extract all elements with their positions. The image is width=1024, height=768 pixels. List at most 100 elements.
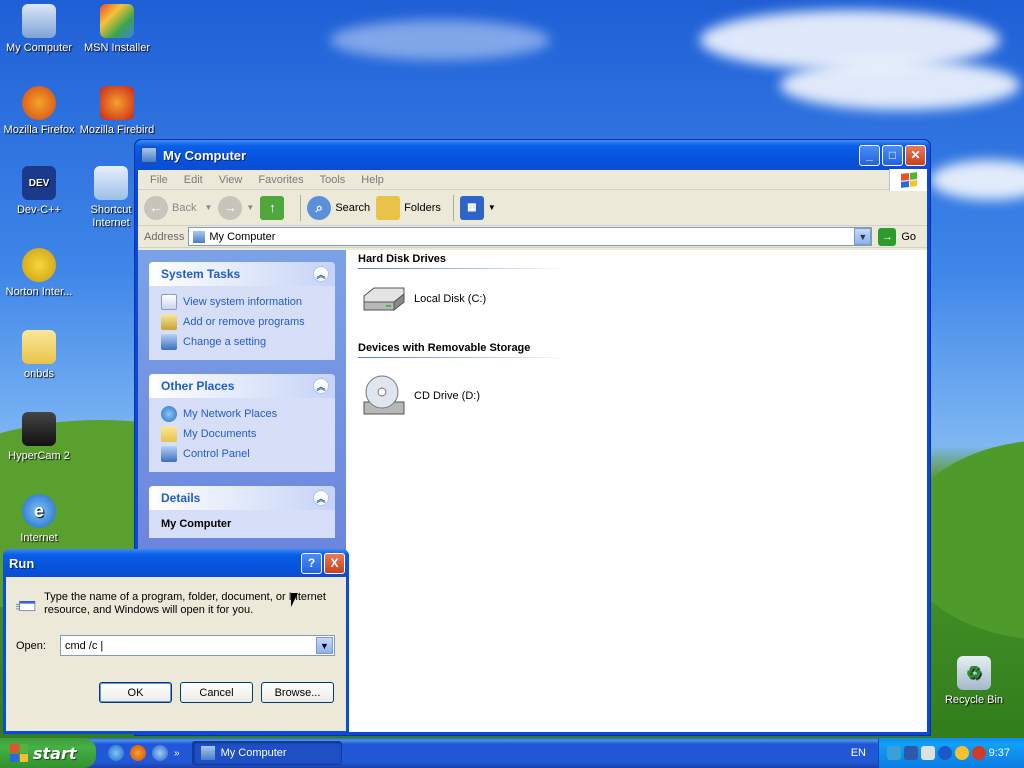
link-control-panel[interactable]: Control Panel <box>161 444 323 464</box>
open-input-value: cmd /c | <box>64 639 104 652</box>
maximize-button[interactable]: □ <box>882 144 903 166</box>
collapse-chevron-icon[interactable]: ︽ <box>313 266 329 282</box>
desktop-icon-hypercam[interactable]: HyperCam 2 <box>0 412 78 463</box>
firefox-icon[interactable] <box>130 745 146 761</box>
other-places-panel: Other Places ︽ My Network Places My Docu… <box>149 374 335 472</box>
desktop-icon-label: Norton Inter... <box>5 286 73 298</box>
ok-button[interactable]: OK <box>99 682 172 703</box>
desktop-icon-my-computer[interactable]: My Computer <box>0 4 78 55</box>
windows-flag-icon <box>10 744 28 762</box>
tray-info-icon[interactable] <box>937 746 952 760</box>
panel-title: Other Places <box>161 379 235 393</box>
quick-launch-more-icon[interactable]: » <box>174 748 180 759</box>
taskbar-button-my-computer[interactable]: My Computer <box>191 741 342 765</box>
menu-favorites[interactable]: Favorites <box>250 174 311 186</box>
desktop-icon-firebird[interactable]: Mozilla Firebird <box>78 86 156 137</box>
views-dropdown-icon: ▼ <box>487 203 496 212</box>
window-title: My Computer <box>163 147 247 163</box>
link-label: My Network Places <box>183 408 278 420</box>
link-label: Control Panel <box>183 448 250 460</box>
control-panel-icon <box>161 446 177 462</box>
devcpp-icon: DEV <box>22 166 56 200</box>
desktop-icon-msn-installer[interactable]: MSN Installer <box>78 4 156 55</box>
my-computer-icon <box>200 746 215 760</box>
collapse-chevron-icon[interactable]: ︽ <box>313 378 329 394</box>
desktop-icon-devcpp[interactable]: DEV Dev-C++ <box>0 166 78 217</box>
cd-drive-icon <box>363 375 405 415</box>
system-tray: 9:37 <box>878 738 1024 768</box>
internet-explorer-icon[interactable] <box>108 745 124 761</box>
go-button[interactable]: → Go <box>878 227 917 246</box>
address-field[interactable]: My Computer ▼ <box>188 227 873 246</box>
desktop-icon-firefox[interactable]: Mozilla Firefox <box>0 86 78 137</box>
folder-icon <box>22 330 56 364</box>
up-button[interactable]: ↑ <box>260 195 288 220</box>
tray-security-icon[interactable] <box>971 746 986 760</box>
details-panel: Details ︽ My Computer <box>149 486 335 538</box>
desktop-icon-label: Mozilla Firefox <box>3 124 75 136</box>
tray-network-icon[interactable] <box>887 746 901 760</box>
open-dropdown-button[interactable]: ▼ <box>315 637 333 654</box>
drive-local-disk-c[interactable]: Local Disk (C:) <box>358 269 915 329</box>
cancel-button[interactable]: Cancel <box>180 682 253 703</box>
folders-label: Folders <box>404 201 441 214</box>
system-tasks-header[interactable]: System Tasks ︽ <box>149 262 335 286</box>
back-dropdown-icon[interactable]: ▼ <box>204 203 212 212</box>
minimize-button[interactable]: _ <box>859 144 880 166</box>
system-tasks-panel: System Tasks ︽ View system information A… <box>149 262 335 360</box>
link-my-network-places[interactable]: My Network Places <box>161 404 323 424</box>
run-icon <box>16 600 36 612</box>
window-titlebar[interactable]: My Computer _ □ ✕ <box>135 140 930 170</box>
other-places-header[interactable]: Other Places ︽ <box>149 374 335 398</box>
desktop-icon-internet-explorer[interactable]: e Internet Explorer <box>0 494 78 544</box>
forward-button[interactable]: → ▼ <box>218 195 254 220</box>
drive-label: Local Disk (C:) <box>414 293 487 305</box>
menu-edit[interactable]: Edit <box>176 174 211 186</box>
link-label: View system information <box>183 296 303 308</box>
start-button[interactable]: start <box>0 738 96 768</box>
system-info-icon <box>161 294 177 310</box>
back-button[interactable]: ← Back ▼ <box>144 195 212 220</box>
collapse-chevron-icon[interactable]: ︽ <box>313 490 329 506</box>
file-list-pane: Hard Disk Drives Local Disk (C:) Devices… <box>346 250 927 732</box>
tray-volume-icon[interactable] <box>920 746 935 760</box>
desktop-icon-label: Mozilla Firebird <box>79 124 155 136</box>
link-my-documents[interactable]: My Documents <box>161 424 323 444</box>
add-remove-programs-icon <box>161 314 177 330</box>
details-header[interactable]: Details ︽ <box>149 486 335 510</box>
link-view-system-information[interactable]: View system information <box>161 292 323 312</box>
clock[interactable]: 9:37 <box>989 747 1010 759</box>
desktop-icon-recycle-bin[interactable]: ♻ Recycle Bin <box>935 656 1013 707</box>
link-add-remove-programs[interactable]: Add or remove programs <box>161 312 323 332</box>
address-value: My Computer <box>209 230 276 243</box>
address-dropdown-button[interactable]: ▼ <box>854 228 872 245</box>
mouse-cursor-icon <box>291 593 298 607</box>
windows-logo-icon <box>889 168 927 191</box>
firefox-icon <box>22 86 56 120</box>
firebird-icon <box>100 86 134 120</box>
menu-help[interactable]: Help <box>353 174 392 186</box>
folders-button[interactable]: Folders <box>376 195 441 220</box>
run-titlebar[interactable]: Run ? X <box>3 549 349 577</box>
forward-dropdown-icon[interactable]: ▼ <box>246 203 254 212</box>
help-button[interactable]: ? <box>301 552 322 574</box>
menu-file[interactable]: File <box>142 174 176 186</box>
drive-cd-d[interactable]: CD Drive (D:) <box>358 358 915 434</box>
open-input[interactable]: cmd /c | ▼ <box>59 635 335 656</box>
run-close-button[interactable]: X <box>324 552 345 574</box>
menu-tools[interactable]: Tools <box>312 174 354 186</box>
search-button[interactable]: ⌕ Search <box>307 195 370 220</box>
browse-button[interactable]: Browse... <box>261 682 334 703</box>
tray-norton-icon[interactable] <box>954 746 969 760</box>
messenger-icon[interactable] <box>152 745 168 761</box>
language-indicator[interactable]: EN <box>851 747 866 759</box>
go-label: Go <box>901 230 917 243</box>
search-icon: ⌕ <box>307 195 332 220</box>
views-button[interactable]: ▦ ▼ <box>459 195 496 220</box>
close-button[interactable]: ✕ <box>905 144 926 166</box>
desktop-icon-norton[interactable]: Norton Inter... <box>0 248 78 299</box>
desktop-icon-onbds[interactable]: onbds <box>0 330 78 381</box>
tray-monitor-icon[interactable] <box>903 746 918 760</box>
menu-view[interactable]: View <box>211 174 251 186</box>
link-change-setting[interactable]: Change a setting <box>161 332 323 352</box>
